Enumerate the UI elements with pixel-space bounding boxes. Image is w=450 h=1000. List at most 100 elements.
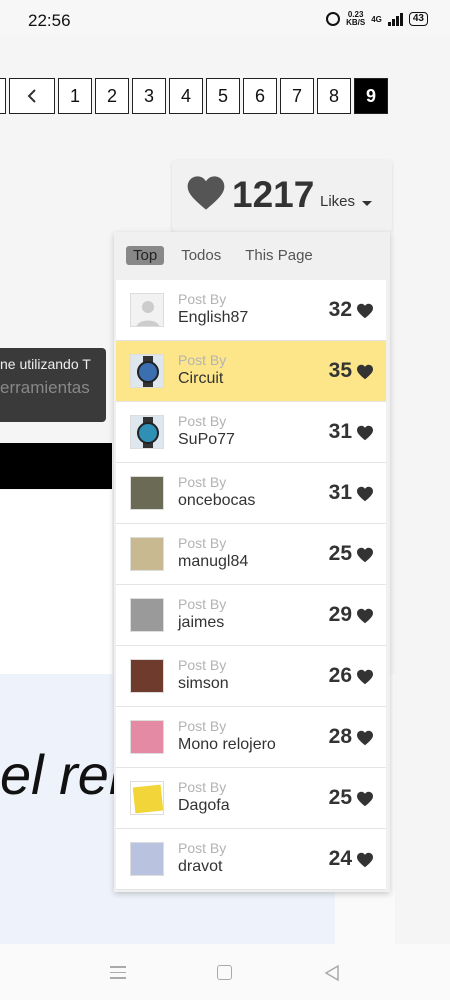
tooltip: ne utilizando T erramientas bbox=[0, 348, 106, 422]
post-by-label: Post By bbox=[178, 657, 227, 673]
like-score: 25 bbox=[328, 542, 352, 565]
page-button-first[interactable] bbox=[0, 78, 6, 114]
page-button-1[interactable]: 1 bbox=[58, 78, 92, 114]
page-button-5[interactable]: 5 bbox=[206, 78, 240, 114]
likes-tabs: Top Todos This Page bbox=[126, 246, 320, 265]
username[interactable]: oncebocas bbox=[178, 492, 255, 510]
heart-icon bbox=[357, 669, 373, 685]
page-button-6[interactable]: 6 bbox=[243, 78, 277, 114]
username[interactable]: SuPo77 bbox=[178, 431, 235, 449]
list-item[interactable]: Post By SuPo77 31 bbox=[116, 402, 386, 463]
like-score: 25 bbox=[328, 786, 352, 809]
username[interactable]: jaimes bbox=[178, 614, 224, 632]
status-icons: 0.23 KB/S 4G 43 bbox=[326, 11, 428, 27]
tab-todos[interactable]: Todos bbox=[174, 246, 228, 265]
signal-icon bbox=[387, 12, 403, 26]
username[interactable]: dravot bbox=[178, 858, 222, 876]
menu-icon[interactable] bbox=[110, 966, 126, 983]
tab-top[interactable]: Top bbox=[126, 246, 165, 265]
black-bar bbox=[0, 443, 112, 489]
network-type: 4G bbox=[371, 14, 382, 24]
post-by-label: Post By bbox=[178, 352, 227, 368]
like-score: 26 bbox=[328, 664, 352, 687]
post-by-label: Post By bbox=[178, 779, 227, 795]
heart-icon bbox=[357, 303, 373, 319]
likes-list: Post By English87 32 Post By Circuit 35 Post B… bbox=[116, 280, 386, 890]
tab-this-page[interactable]: This Page bbox=[238, 246, 320, 265]
post-by-label: Post By bbox=[178, 535, 227, 551]
post-by-label: Post By bbox=[178, 840, 227, 856]
avatar[interactable] bbox=[130, 476, 164, 510]
network-speed: 0.23 KB/S bbox=[346, 11, 365, 27]
page-button-2[interactable]: 2 bbox=[95, 78, 129, 114]
heart-icon bbox=[357, 852, 373, 868]
like-score: 32 bbox=[328, 298, 352, 321]
prev-page-button[interactable] bbox=[9, 78, 55, 114]
page-button-8[interactable]: 8 bbox=[317, 78, 351, 114]
list-item[interactable]: Post By dravot 24 bbox=[116, 829, 386, 890]
page-button-4[interactable]: 4 bbox=[169, 78, 203, 114]
tooltip-text: ne utilizando T bbox=[0, 356, 91, 372]
username[interactable]: manugl84 bbox=[178, 553, 248, 571]
username[interactable]: Circuit bbox=[178, 370, 223, 388]
speed-unit: KB/S bbox=[346, 18, 366, 27]
page-button-9-current[interactable]: 9 bbox=[354, 78, 388, 114]
caret-down-icon[interactable] bbox=[362, 201, 372, 206]
post-by-label: Post By bbox=[178, 291, 227, 307]
back-icon[interactable] bbox=[324, 964, 340, 982]
heart-icon bbox=[357, 364, 373, 380]
list-item[interactable]: Post By manugl84 25 bbox=[116, 524, 386, 585]
list-item[interactable]: Post By oncebocas 31 bbox=[116, 463, 386, 524]
post-by-label: Post By bbox=[178, 474, 227, 490]
like-score: 28 bbox=[328, 725, 352, 748]
heart-icon bbox=[357, 547, 373, 563]
tooltip-subtext: erramientas bbox=[0, 378, 90, 397]
likes-label: Likes bbox=[320, 193, 356, 210]
list-item[interactable]: Post By Dagofa 25 bbox=[116, 768, 386, 829]
status-bar: 22:56 0.23 KB/S 4G 43 bbox=[0, 0, 450, 36]
list-item[interactable]: Post By English87 32 bbox=[116, 280, 386, 341]
like-score: 24 bbox=[328, 847, 352, 870]
navigation-bar bbox=[0, 944, 450, 1000]
like-score: 35 bbox=[328, 359, 352, 382]
avatar[interactable] bbox=[130, 720, 164, 754]
heart-icon bbox=[357, 730, 373, 746]
list-item[interactable]: Post By simson 26 bbox=[116, 646, 386, 707]
page-button-3[interactable]: 3 bbox=[132, 78, 166, 114]
like-score: 29 bbox=[328, 603, 352, 626]
avatar[interactable] bbox=[130, 842, 164, 876]
like-score: 31 bbox=[328, 481, 352, 504]
heart-icon bbox=[357, 425, 373, 441]
status-time: 22:56 bbox=[28, 11, 71, 30]
username[interactable]: English87 bbox=[178, 309, 248, 327]
username[interactable]: Mono relojero bbox=[178, 736, 276, 754]
content-panel bbox=[0, 490, 112, 674]
page-button-7[interactable]: 7 bbox=[280, 78, 314, 114]
post-by-label: Post By bbox=[178, 596, 227, 612]
battery-icon: 43 bbox=[408, 12, 428, 26]
heart-icon bbox=[357, 791, 373, 807]
username[interactable]: Dagofa bbox=[178, 797, 230, 815]
chevron-left-icon bbox=[27, 89, 36, 103]
likes-count: 1217 bbox=[232, 174, 315, 215]
like-score: 31 bbox=[328, 420, 352, 443]
heart-icon bbox=[187, 176, 225, 210]
username[interactable]: simson bbox=[178, 675, 229, 693]
likes-dropdown: Top Todos This Page Post By English87 32 Po… bbox=[114, 232, 390, 892]
pagination: 1 2 3 4 5 6 7 8 9 bbox=[0, 78, 388, 114]
home-icon[interactable] bbox=[217, 965, 232, 980]
heart-icon bbox=[357, 608, 373, 624]
avatar[interactable] bbox=[130, 354, 164, 388]
list-item[interactable]: Post By Mono relojero 28 bbox=[116, 707, 386, 768]
avatar[interactable] bbox=[130, 598, 164, 632]
avatar[interactable] bbox=[130, 293, 164, 327]
list-item[interactable]: Post By jaimes 29 bbox=[116, 585, 386, 646]
avatar[interactable] bbox=[130, 659, 164, 693]
avatar[interactable] bbox=[130, 415, 164, 449]
list-item[interactable]: Post By Circuit 35 bbox=[116, 341, 386, 402]
post-by-label: Post By bbox=[178, 718, 227, 734]
avatar[interactable] bbox=[130, 781, 164, 815]
avatar[interactable] bbox=[130, 537, 164, 571]
alarm-icon bbox=[326, 12, 341, 26]
likes-header[interactable]: 1217 Likes bbox=[172, 160, 392, 232]
